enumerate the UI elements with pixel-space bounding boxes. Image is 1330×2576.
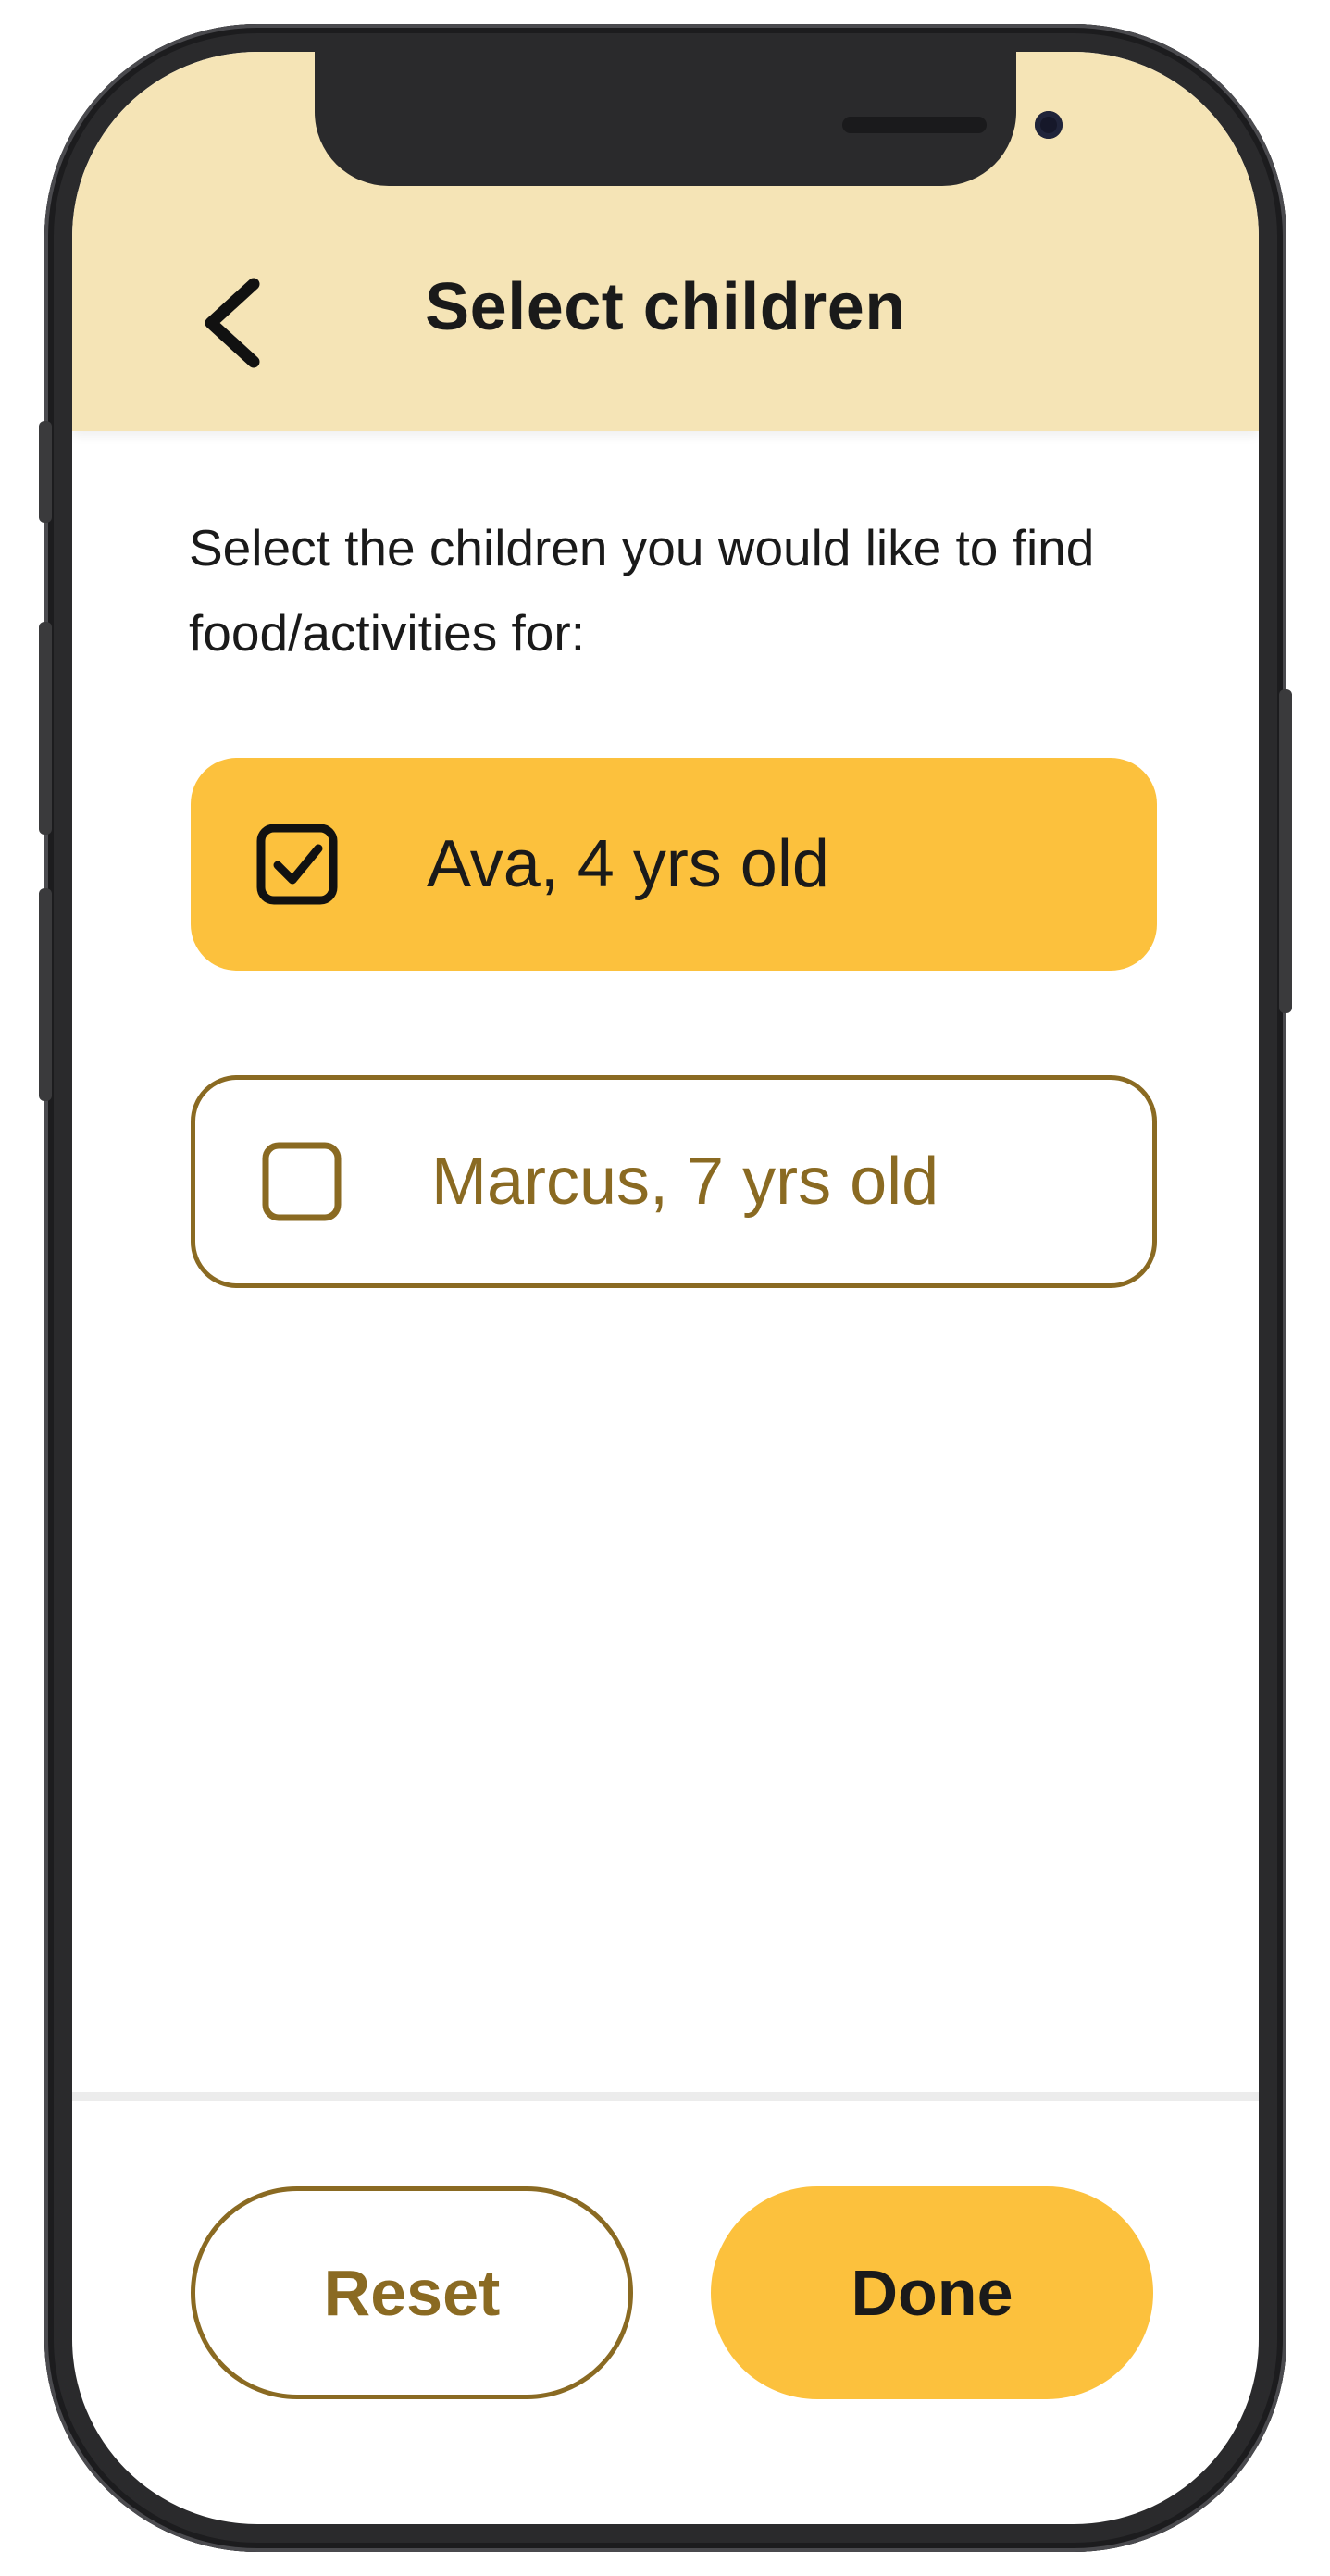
child-label: Ava, 4 yrs old — [427, 827, 829, 901]
mute-switch — [39, 421, 52, 523]
app-header: Select children — [72, 52, 1259, 431]
instruction-text: Select the children you would like to fi… — [189, 519, 1095, 662]
power-button — [1279, 689, 1292, 1013]
reset-button[interactable]: Reset — [191, 2186, 633, 2399]
phone-screen: Select children Select the children you … — [72, 52, 1259, 2524]
footer-divider — [72, 2092, 1259, 2101]
checkbox-unchecked-icon[interactable] — [260, 1140, 343, 1223]
child-label: Marcus, 7 yrs old — [431, 1145, 939, 1219]
child-option-marcus[interactable]: Marcus, 7 yrs old — [191, 1075, 1157, 1288]
speaker-grille — [842, 117, 987, 133]
notch — [315, 52, 1063, 186]
volume-down-button — [39, 888, 52, 1101]
checkbox-checked-icon[interactable] — [255, 823, 339, 906]
volume-up-button — [39, 622, 52, 835]
front-camera — [1035, 111, 1063, 139]
page-title: Select children — [425, 270, 906, 344]
child-option-ava[interactable]: Ava, 4 yrs old — [191, 758, 1157, 971]
done-button[interactable]: Done — [711, 2186, 1153, 2399]
